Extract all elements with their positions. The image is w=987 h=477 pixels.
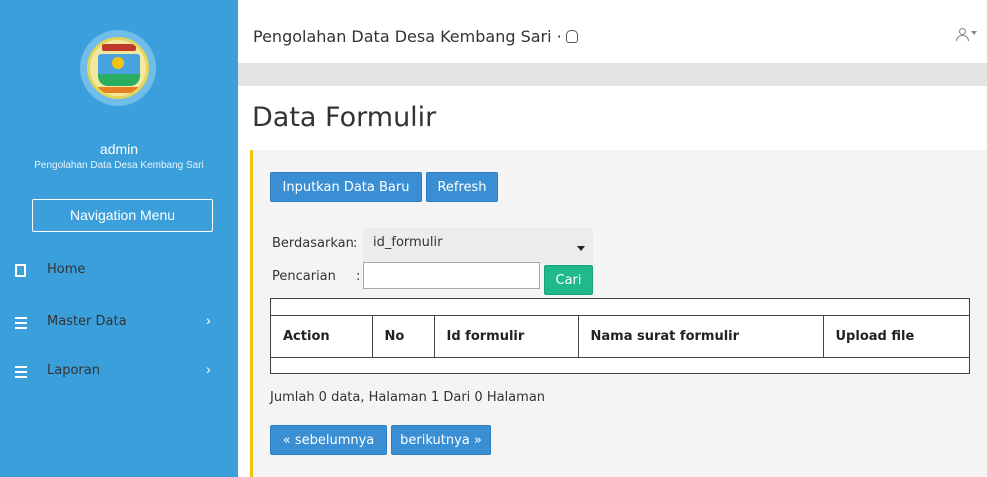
user-subtitle: Pengolahan Data Desa Kembang Sari — [34, 160, 204, 171]
filter-field-select[interactable]: id_formulir — [363, 228, 593, 264]
pagination-summary: Jumlah 0 data, Halaman 1 Dari 0 Halaman — [270, 390, 546, 405]
village-logo — [80, 30, 156, 106]
user-menu-icon[interactable] — [956, 28, 969, 42]
user-name: admin — [99, 141, 139, 157]
add-data-button[interactable]: Inputkan Data Baru — [270, 172, 422, 202]
previous-page-button[interactable]: « sebelumnya — [270, 425, 387, 455]
github-icon[interactable] — [565, 30, 578, 43]
user-head-shape — [959, 28, 966, 35]
search-button[interactable]: Cari — [544, 265, 593, 295]
page-title: Data Formulir — [252, 102, 437, 133]
search-label: Pencarian — [272, 269, 336, 284]
bars-icon — [15, 314, 29, 330]
sidebar-item-home[interactable]: Home — [0, 256, 238, 286]
header-divider-band — [238, 63, 987, 86]
sidebar-item-label: Laporan — [47, 363, 100, 378]
logo-banner — [102, 44, 136, 51]
app-title: Pengolahan Data Desa Kembang Sari · — [253, 27, 578, 46]
column-header-upload-file[interactable]: Upload file — [823, 315, 969, 358]
filter-by-label: Berdasarkan — [272, 236, 354, 251]
sidebar-item-label: Home — [47, 262, 86, 277]
sidebar: admin Pengolahan Data Desa Kembang Sari … — [0, 0, 238, 477]
column-header-id-formulir[interactable]: Id formulir — [434, 315, 579, 358]
top-navbar: Pengolahan Data Desa Kembang Sari · — [238, 0, 987, 63]
sidebar-item-master-data[interactable]: Master Data › — [0, 308, 238, 338]
chevron-down-icon[interactable] — [971, 31, 977, 35]
bars-icon — [15, 363, 29, 379]
filter-field-value: id_formulir — [373, 235, 443, 250]
column-header-action[interactable]: Action — [271, 315, 373, 358]
column-header-nama-surat[interactable]: Nama surat formulir — [578, 315, 824, 358]
navigation-menu-button[interactable]: Navigation Menu — [32, 199, 213, 232]
table-header-row: Action No Id formulir Nama surat formuli… — [271, 315, 969, 358]
next-page-button[interactable]: berikutnya » — [391, 425, 491, 455]
sidebar-item-laporan[interactable]: Laporan › — [0, 357, 238, 387]
logo-sun — [112, 57, 124, 69]
app-title-text: Pengolahan Data Desa Kembang Sari · — [253, 27, 562, 46]
search-colon: : — [356, 269, 361, 284]
refresh-button[interactable]: Refresh — [426, 172, 498, 202]
column-header-no[interactable]: No — [372, 315, 435, 358]
data-table-container: Action No Id formulir Nama surat formuli… — [270, 298, 970, 374]
user-body-shape — [956, 35, 969, 41]
chevron-right-icon: › — [206, 312, 211, 328]
dropdown-caret-icon — [577, 246, 585, 251]
logo-emblem — [87, 37, 149, 99]
logo-ground — [98, 74, 140, 86]
filter-by-colon: : — [353, 236, 358, 251]
sidebar-item-label: Master Data — [47, 314, 127, 329]
logo-ribbon — [96, 87, 142, 93]
search-input[interactable] — [363, 262, 540, 289]
data-table: Action No Id formulir Nama surat formuli… — [271, 315, 969, 358]
home-icon — [15, 264, 26, 277]
chevron-right-icon: › — [206, 361, 211, 377]
